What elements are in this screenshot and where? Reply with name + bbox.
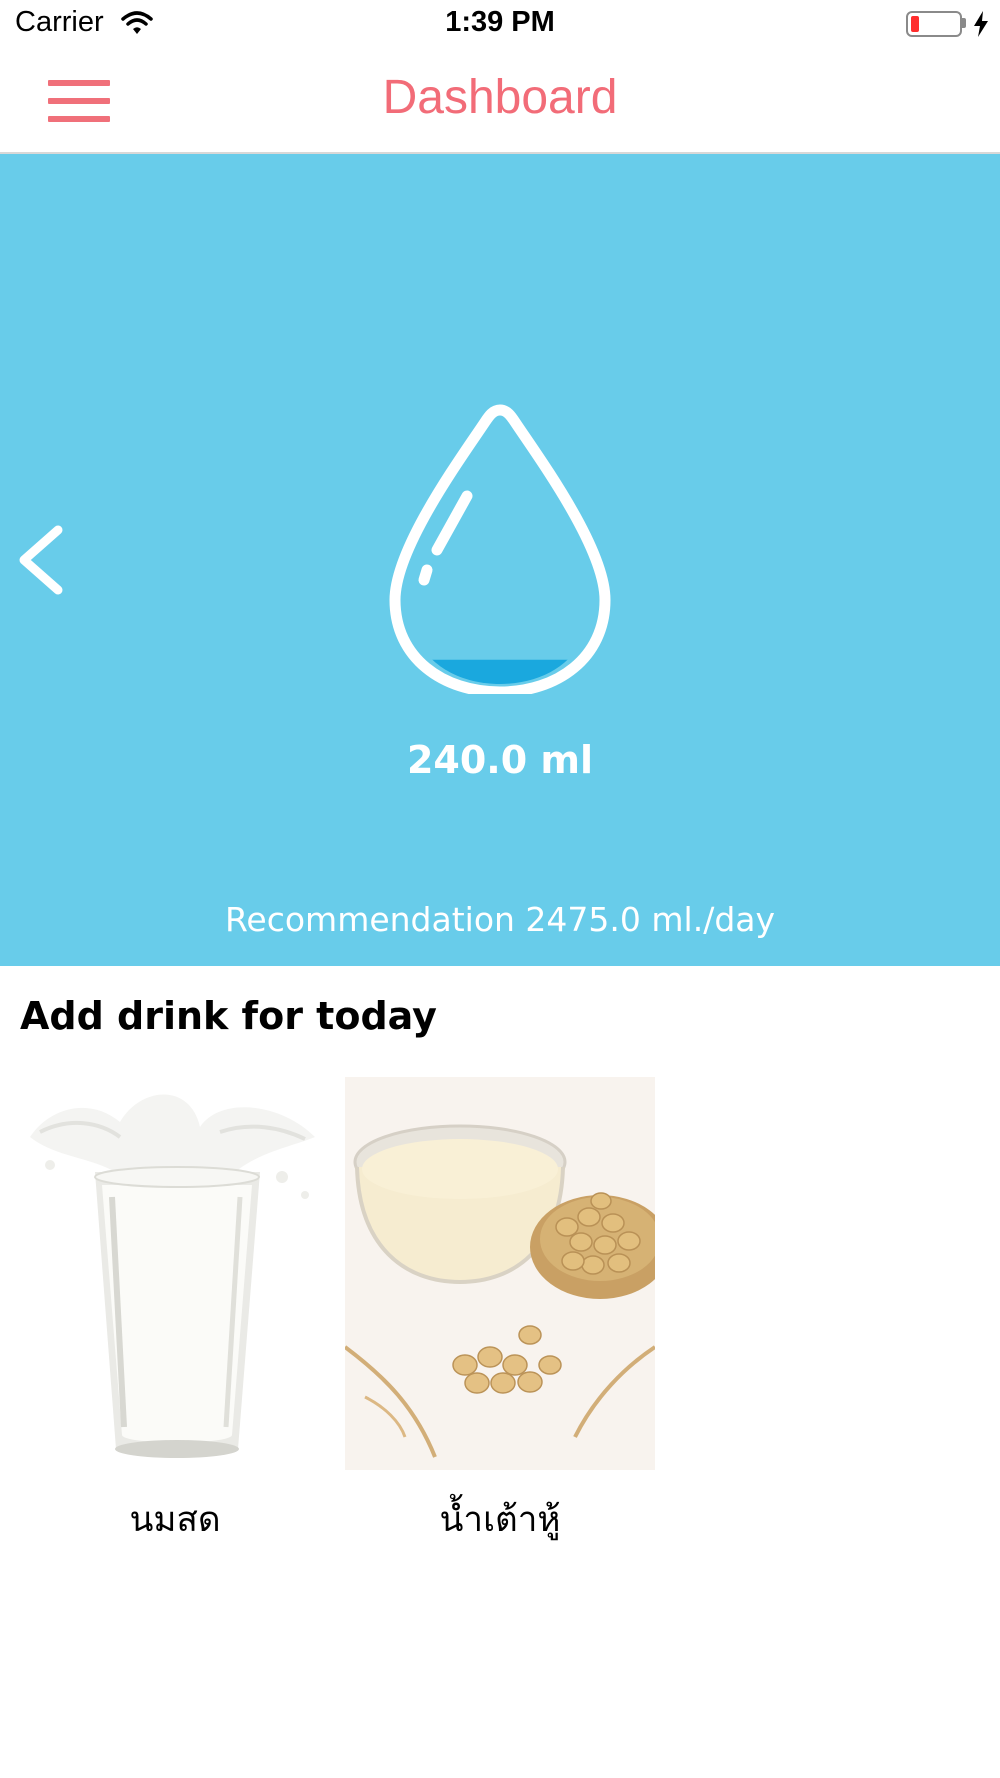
- soy-milk-bowl-image: [345, 1077, 655, 1470]
- battery-icon: [906, 11, 962, 37]
- section-title: Add drink for today: [20, 994, 437, 1038]
- chevron-left-icon[interactable]: [12, 520, 72, 600]
- status-bar: Carrier 1:39 PM: [0, 0, 1000, 50]
- drink-label-milk: นมสด: [129, 1500, 221, 1540]
- water-summary-panel: 240.0 ml Recommendation 2475.0 ml./day: [0, 154, 1000, 966]
- milk-glass-image: [20, 1077, 330, 1470]
- water-drop-icon: [389, 404, 611, 694]
- recommendation-text: Recommendation 2475.0 ml./day: [224, 900, 776, 939]
- page-title: Dashboard: [382, 71, 618, 124]
- drink-label-soy-milk: น้ำเต้าหู้: [439, 1500, 561, 1540]
- charging-bolt-icon: [974, 11, 988, 37]
- status-time: 1:39 PM: [445, 6, 555, 38]
- navigation-bar: Dashboard: [0, 50, 1000, 154]
- battery-nub: [962, 18, 966, 28]
- consumed-amount: 240.0 ml: [406, 738, 594, 782]
